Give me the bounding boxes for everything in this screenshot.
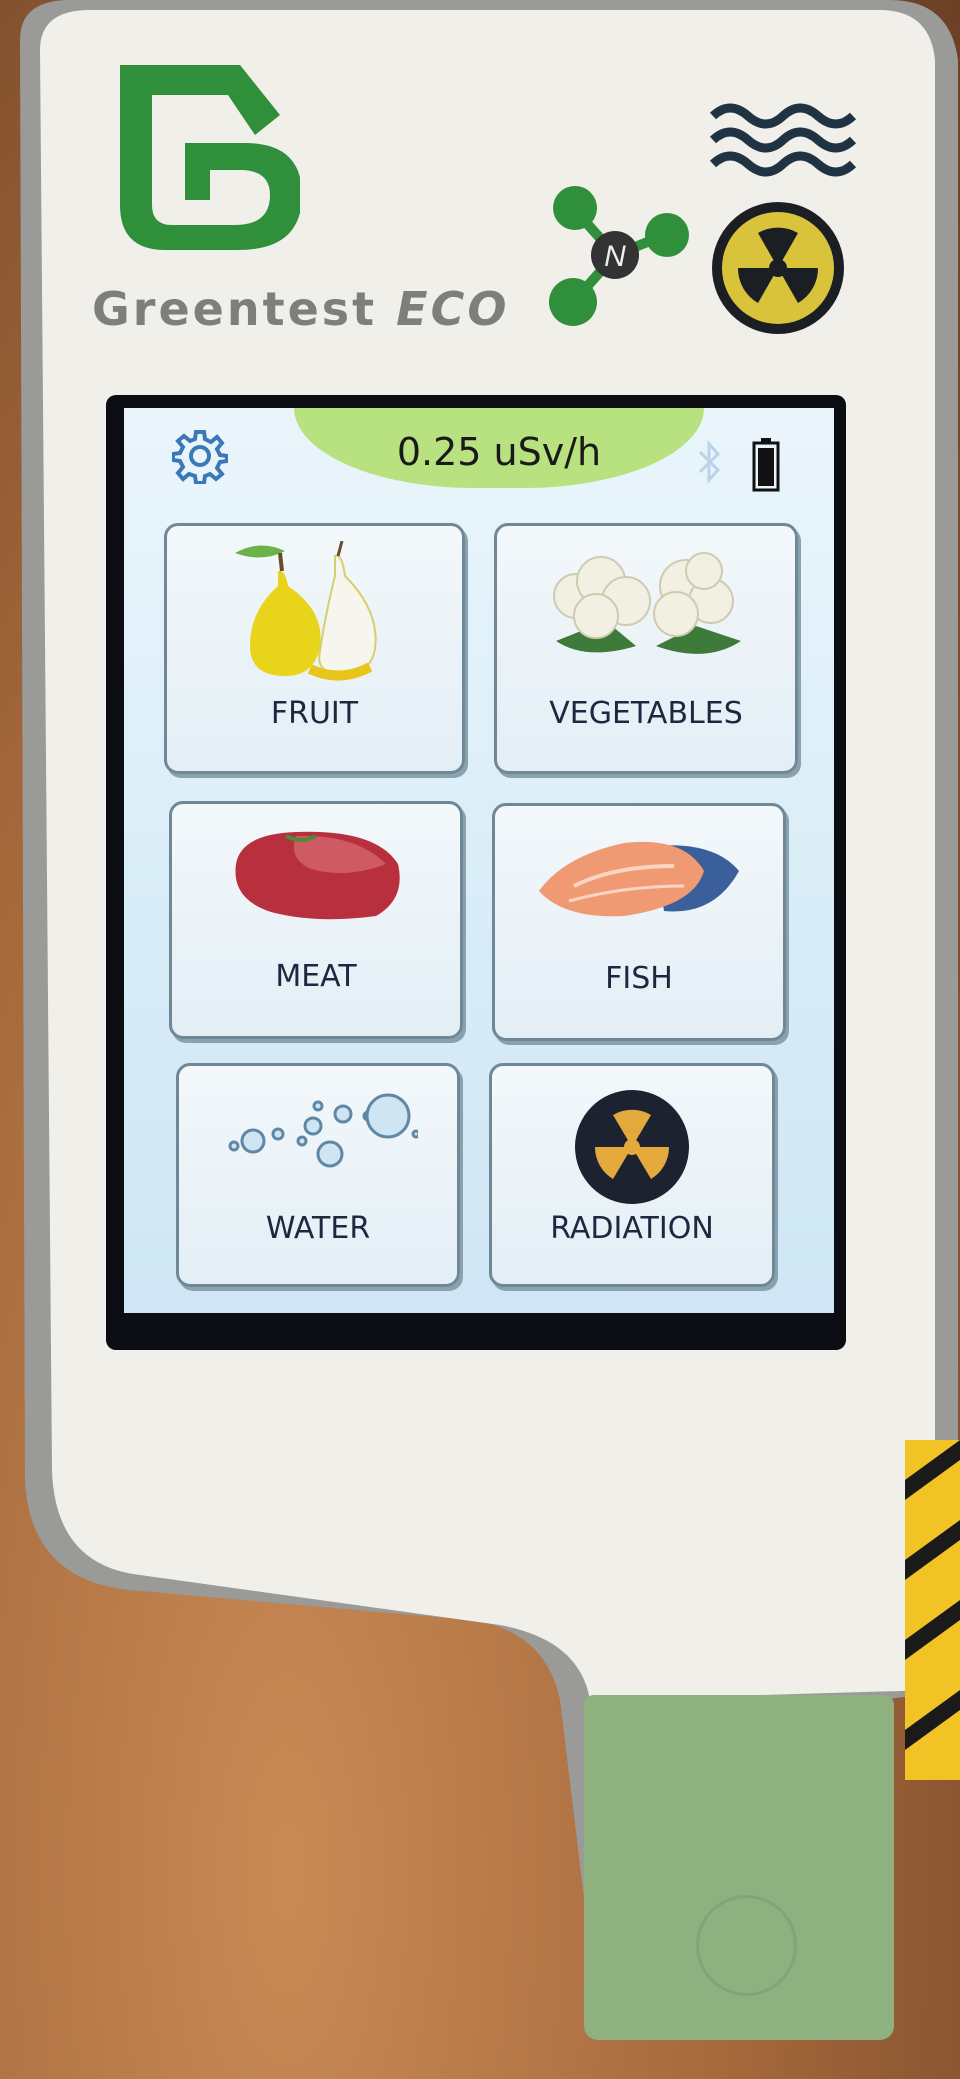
tile-radiation[interactable]: RADIATION (489, 1063, 775, 1287)
pear-icon (234, 541, 377, 681)
meat-icon (235, 831, 400, 920)
bluetooth-icon (698, 440, 721, 484)
tile-water[interactable]: WATER (176, 1063, 460, 1287)
water-drops-icon (228, 1093, 418, 1168)
caution-sticker (905, 1440, 960, 1780)
tile-label: WATER (265, 1211, 371, 1246)
tile-vegetables[interactable]: VEGETABLES (494, 523, 798, 774)
tile-label: FISH (605, 961, 673, 996)
tile-label: RADIATION (550, 1211, 714, 1246)
salmon-icon (539, 841, 739, 917)
probe-cap (584, 1695, 894, 2040)
radiation-icon (575, 1090, 689, 1204)
tile-meat[interactable]: MEAT (169, 801, 463, 1039)
cauliflower-icon (553, 552, 741, 654)
tile-label: VEGETABLES (549, 696, 743, 731)
gear-icon[interactable] (172, 428, 228, 484)
status-bar: 0.25 uSv/h (124, 408, 834, 492)
svg-text:N: N (604, 240, 626, 273)
radiation-badge-icon (712, 202, 844, 334)
greentest-logo (120, 65, 300, 250)
cap-button-ring (696, 1895, 797, 1996)
nitrate-molecule-icon: N (549, 186, 689, 326)
dose-rate-indicator: 0.25 uSv/h (294, 408, 704, 488)
brand-name: Greentest ECO (92, 282, 510, 336)
greentest-device: Greentest ECO N 0.25 uSv/h FRUIT VEGETAB… (0, 0, 960, 2079)
battery-icon (752, 438, 780, 492)
water-wave-icon (709, 103, 857, 177)
tile-label: FRUIT (270, 696, 359, 731)
dose-rate-value: 0.25 uSv/h (396, 430, 602, 474)
tile-fish[interactable]: FISH (492, 803, 786, 1041)
touch-screen: 0.25 uSv/h FRUIT VEGETABLES MEAT FISH WA… (124, 408, 834, 1313)
tile-label: MEAT (275, 959, 357, 994)
tile-fruit[interactable]: FRUIT (164, 523, 465, 774)
